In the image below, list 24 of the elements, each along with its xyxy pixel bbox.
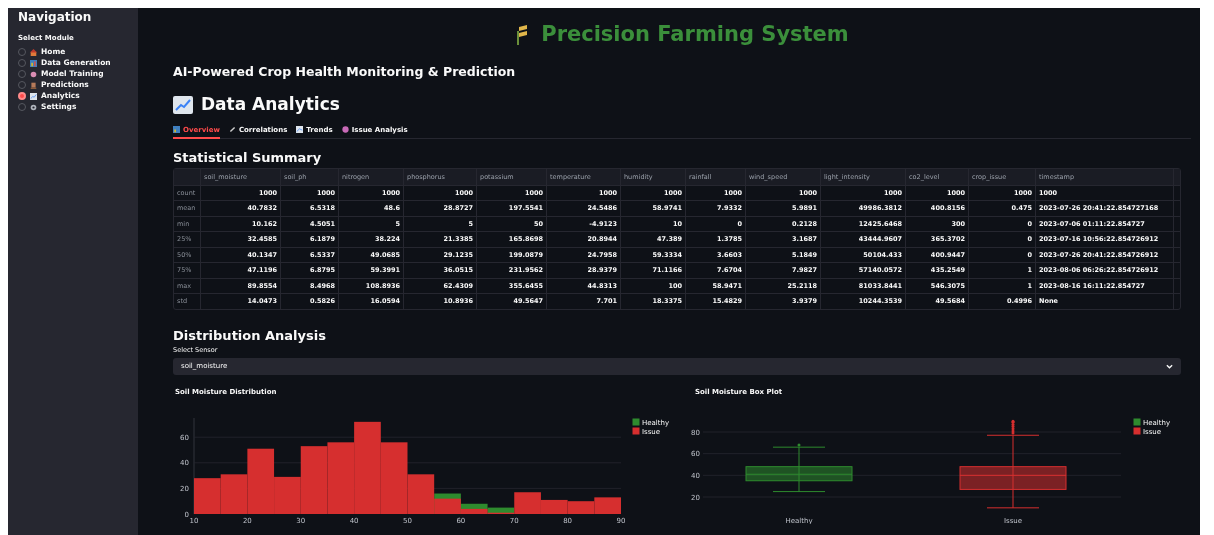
legend-swatch[interactable]: [1133, 418, 1141, 425]
legend-swatch[interactable]: [632, 418, 640, 425]
page-title: Data Analytics: [201, 93, 340, 116]
house-icon: [30, 48, 37, 56]
legend-swatch[interactable]: [632, 427, 640, 434]
bar-chart-icon: [30, 59, 37, 67]
histogram-bar: [194, 477, 221, 514]
legend-swatch[interactable]: [1133, 427, 1141, 434]
line-chart-icon: [296, 126, 304, 134]
chevron-down-icon: [1166, 363, 1173, 369]
line-chart-icon: [30, 92, 37, 100]
circle-icon: [341, 126, 349, 134]
link-icon: [228, 126, 236, 134]
histogram-bar: [594, 496, 621, 514]
section-title: Distribution Analysis: [173, 326, 327, 345]
histogram-bar: [567, 500, 595, 514]
radio-button[interactable]: [18, 92, 26, 100]
gear-icon: [30, 103, 37, 111]
section-title: Statistical Summary: [173, 148, 323, 167]
bar-chart-icon: [173, 126, 180, 134]
line-chart-icon: [173, 95, 193, 114]
sidebar-title: Navigation: [18, 9, 93, 25]
subtitle: AI-Powered Crop Health Monitoring & Prediction: [173, 63, 517, 81]
app-title: Precision Farming System: [541, 20, 849, 48]
